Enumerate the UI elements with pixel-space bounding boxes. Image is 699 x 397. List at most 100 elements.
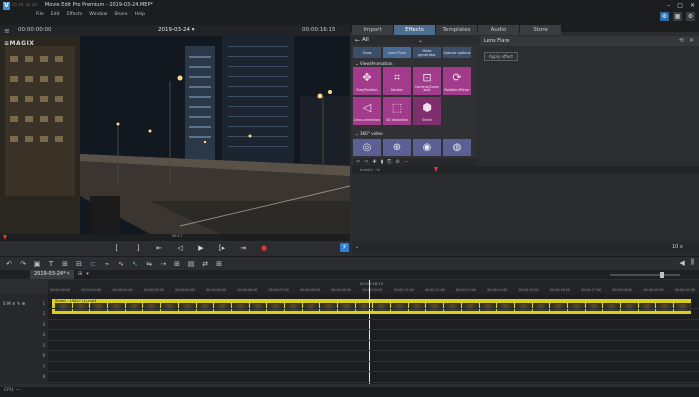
cursor-icon[interactable]: ↖ xyxy=(131,260,139,268)
sphere-icon[interactable]: ◎ xyxy=(353,139,381,156)
record-button[interactable]: ● xyxy=(259,244,269,252)
maximize-button[interactable]: □ xyxy=(677,2,683,9)
settings-icon[interactable]: ⚙ xyxy=(686,12,695,21)
tab-effects[interactable]: Effects xyxy=(394,25,435,35)
effect-section[interactable]: ⌗ Section xyxy=(383,67,411,95)
play-button[interactable]: ▶ xyxy=(196,244,206,252)
orbit-icon[interactable]: ◍ xyxy=(443,139,471,156)
slide-icon[interactable]: ⇢ xyxy=(159,260,167,268)
track-header[interactable]: 8 xyxy=(0,372,48,382)
effect-3d-distortion[interactable]: ⬚ 3D distortion xyxy=(383,97,411,125)
reset-icon[interactable]: ⟲ xyxy=(679,37,684,44)
grid-icon[interactable]: ⊟ xyxy=(75,260,83,268)
back-arrow-icon[interactable]: ← xyxy=(355,37,360,44)
storyboard-icon[interactable]: ▤ xyxy=(187,260,195,268)
snapshot-icon[interactable]: ⊞ xyxy=(215,260,223,268)
tab-import[interactable]: Import xyxy=(352,25,393,35)
tab-audio[interactable]: Audio xyxy=(478,25,519,35)
trim-icon[interactable]: ⊞ xyxy=(173,260,181,268)
mixer-icon[interactable]: ⫼ xyxy=(691,258,694,267)
category-select[interactable]: All xyxy=(362,37,369,43)
monitor-project-date[interactable]: 2019-03-24 ▾ xyxy=(158,27,194,33)
clip-thumbnail xyxy=(178,303,196,311)
lightning-icon[interactable]: ⚡ xyxy=(340,243,349,252)
prev-frame-button[interactable]: ◁ xyxy=(175,244,185,252)
swap-icon[interactable]: ⇄ xyxy=(201,260,209,268)
link-icon[interactable]: ⊂ xyxy=(89,260,97,268)
track-header[interactable]: 2 xyxy=(0,309,48,319)
playhead[interactable] xyxy=(369,280,370,384)
next-marker-button[interactable]: [▸ xyxy=(217,244,227,252)
layout-icon[interactable]: ▦ xyxy=(673,12,682,21)
set-out-button[interactable]: ] xyxy=(133,244,143,252)
effect-lens-correction[interactable]: ◁ Lens correction xyxy=(353,97,381,125)
zoom-level[interactable]: 10 s xyxy=(672,244,683,250)
back-icon[interactable]: ⇦ xyxy=(356,159,360,165)
effect-camera-zoom[interactable]: ⊡ Camera/Zoom shot xyxy=(413,67,441,95)
section-360-video[interactable]: ⌄ 360° video xyxy=(355,131,383,136)
target-icon[interactable]: ◉ xyxy=(413,139,441,156)
apply-effect-button[interactable]: Apply effect xyxy=(484,52,518,61)
menu-edit[interactable]: Edit xyxy=(51,12,60,17)
track-header[interactable]: 5 xyxy=(0,340,48,350)
track-header[interactable]: S M ≋ ✎ ⊕ 1 xyxy=(0,298,48,308)
menu-effects[interactable]: Effects xyxy=(67,12,83,17)
track-header[interactable]: 7 xyxy=(0,361,48,371)
track-header[interactable]: 3 xyxy=(0,319,48,329)
tab-templates[interactable]: Templates xyxy=(436,25,477,35)
delete-icon[interactable]: ▣ xyxy=(33,260,41,268)
mini-timeline[interactable] xyxy=(352,166,699,174)
category-mask-generator[interactable]: Mask generator xyxy=(413,47,441,58)
track-header[interactable]: 4 xyxy=(0,330,48,340)
clip-thumbnail xyxy=(143,303,161,311)
title-icon[interactable]: T xyxy=(47,260,55,268)
section-view-animation[interactable]: ⌄ View/Animation xyxy=(355,61,393,66)
speaker-icon[interactable]: ◀ xyxy=(679,259,684,267)
effect-shine[interactable]: ⬢ Shine xyxy=(413,97,441,125)
wave-icon[interactable]: ∿ xyxy=(117,260,125,268)
menu-help[interactable]: Help xyxy=(135,12,145,17)
effect-rotation-mirror[interactable]: ⟳ Rotation/Mirror xyxy=(443,67,471,95)
add-tab-icon[interactable]: ⊞ xyxy=(78,271,82,277)
remove-icon[interactable]: ⊘ xyxy=(395,159,399,165)
insert-icon[interactable]: ⊞ xyxy=(61,260,69,268)
close-tab-icon[interactable]: ✕ xyxy=(66,271,70,277)
globe-icon[interactable]: ⊕ xyxy=(383,139,411,156)
quick-icons[interactable]: ▭▭▭▭ xyxy=(12,2,39,8)
category-glow[interactable]: Glow xyxy=(353,47,381,58)
minimize-button[interactable]: – xyxy=(667,2,670,9)
zoom-slider-handle[interactable] xyxy=(660,272,664,278)
track-header[interactable]: 6 xyxy=(0,351,48,361)
monitor-menu-icon[interactable]: ≡ xyxy=(4,27,10,35)
tab-store[interactable]: Store xyxy=(520,25,561,35)
redo-icon[interactable]: ↷ xyxy=(19,260,27,268)
forward-icon[interactable]: ⇨ xyxy=(364,159,368,165)
chevron-down-icon[interactable]: ⌄ xyxy=(418,37,423,44)
menu-share[interactable]: Share xyxy=(114,12,127,17)
city-night-scene xyxy=(0,36,350,234)
go-end-button[interactable]: ⇥ xyxy=(238,244,248,252)
ripple-icon[interactable]: ⇋ xyxy=(145,260,153,268)
cut-icon[interactable]: ⌁ xyxy=(103,260,111,268)
set-in-button[interactable]: [ xyxy=(112,244,122,252)
menu-file[interactable]: File xyxy=(36,12,44,17)
clip-thumbnail xyxy=(621,303,638,311)
track-controls[interactable]: S M ≋ ✎ ⊕ xyxy=(3,301,25,306)
effect-size-position[interactable]: ✥ Size/Position xyxy=(353,67,381,95)
collapse-chevron-icon[interactable]: ⌄ xyxy=(355,244,359,250)
tools-icon[interactable]: ⚙ xyxy=(660,12,669,21)
folder-icon[interactable]: ▮ xyxy=(381,159,384,165)
undo-icon[interactable]: ↶ xyxy=(5,260,13,268)
category-lens-flare[interactable]: Lens Flare xyxy=(383,47,411,58)
video-preview[interactable] xyxy=(0,36,350,234)
view-icon[interactable]: ▾ xyxy=(86,271,89,277)
timeline-zoom-slider[interactable] xyxy=(610,274,680,276)
category-special-options[interactable]: Special options xyxy=(443,47,471,58)
menu-window[interactable]: Window xyxy=(89,12,107,17)
more-icon[interactable]: ⋯ xyxy=(404,159,409,165)
close-icon[interactable]: ✕ xyxy=(689,37,694,44)
close-button[interactable]: ✕ xyxy=(690,2,695,9)
copy-icon[interactable]: ⎘ xyxy=(387,159,391,165)
go-start-button[interactable]: ⇤ xyxy=(154,244,164,252)
add-icon[interactable]: ✚ xyxy=(372,159,376,165)
